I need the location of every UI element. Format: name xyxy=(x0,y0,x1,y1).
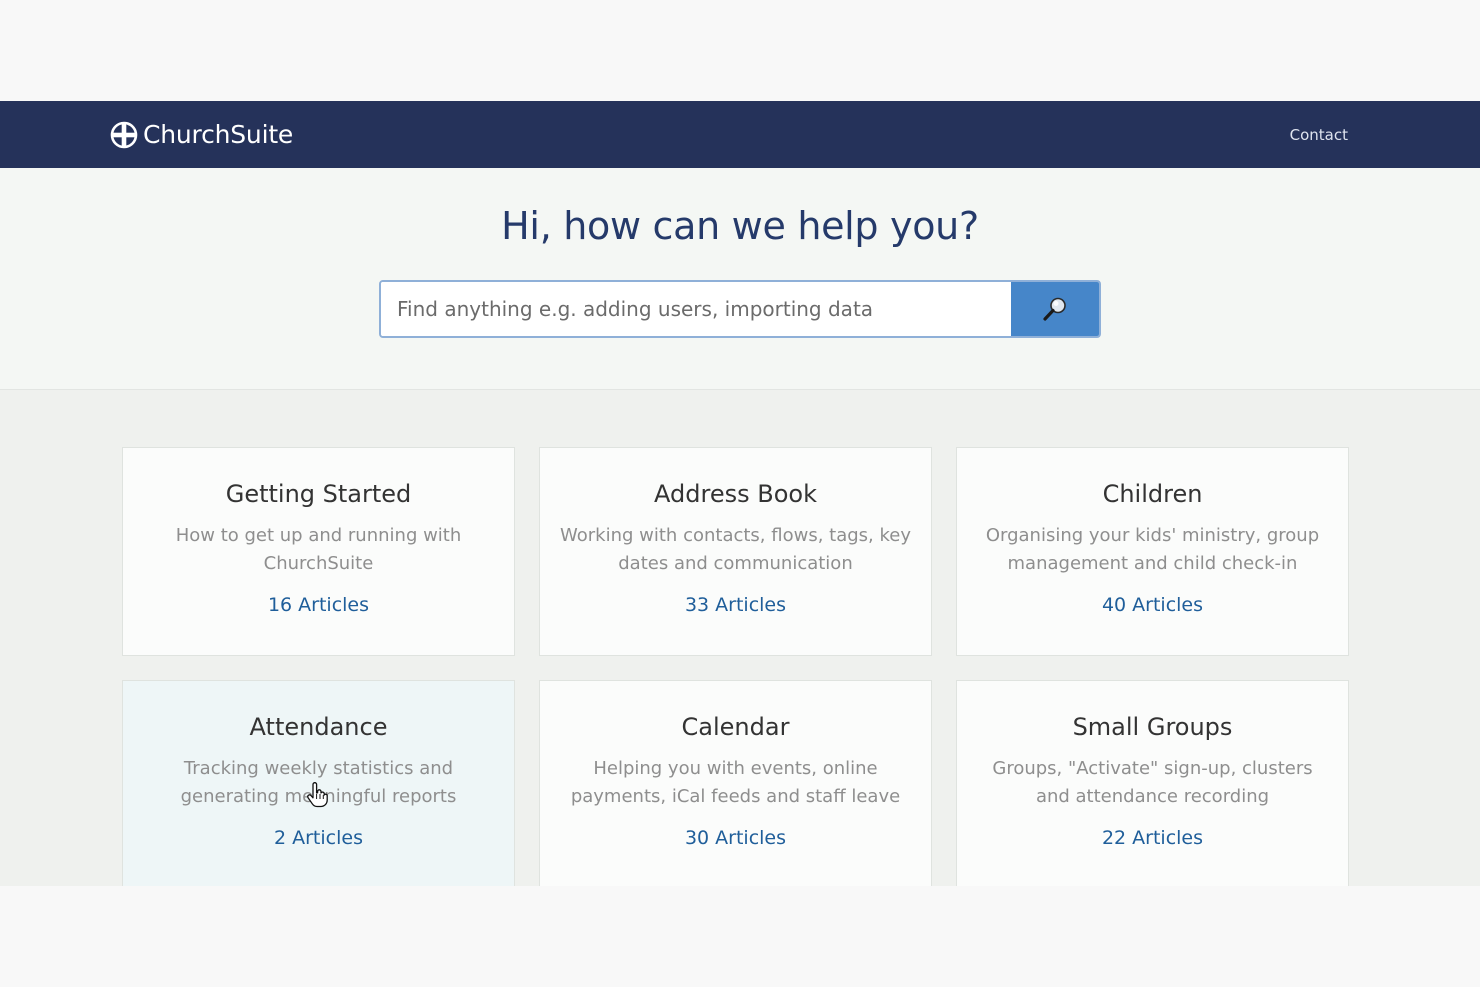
category-card-calendar[interactable]: Calendar Helping you with events, online… xyxy=(539,680,932,886)
churchsuite-logo-icon xyxy=(110,121,138,148)
category-articles-link[interactable]: 2 Articles xyxy=(274,827,363,849)
category-card-attendance[interactable]: Attendance Tracking weekly statistics an… xyxy=(122,680,515,886)
top-navbar: ChurchSuite Contact xyxy=(0,101,1480,168)
category-articles-link[interactable]: 33 Articles xyxy=(685,594,786,616)
category-title: Calendar xyxy=(681,713,790,741)
category-card-small-groups[interactable]: Small Groups Groups, "Activate" sign-up,… xyxy=(956,680,1349,886)
category-description: Organising your kids' ministry, group ma… xyxy=(985,525,1320,574)
category-description: Groups, "Activate" sign-up, clusters and… xyxy=(992,758,1313,807)
category-card-getting-started[interactable]: Getting Started How to get up and runnin… xyxy=(122,447,515,656)
category-description: How to get up and running with ChurchSui… xyxy=(175,525,462,574)
category-articles-link[interactable]: 40 Articles xyxy=(1102,594,1203,616)
category-articles-link[interactable]: 16 Articles xyxy=(268,594,369,616)
category-grid: Getting Started How to get up and runnin… xyxy=(0,390,1480,886)
category-articles-link[interactable]: 30 Articles xyxy=(685,827,786,849)
category-card-children[interactable]: Children Organising your kids' ministry,… xyxy=(956,447,1349,656)
contact-link[interactable]: Contact xyxy=(1290,126,1348,144)
search-input[interactable] xyxy=(381,282,1011,336)
search-bar xyxy=(379,280,1101,338)
category-description: Helping you with events, online payments… xyxy=(570,758,901,807)
search-button[interactable] xyxy=(1011,282,1099,336)
brand-logo-link[interactable]: ChurchSuite xyxy=(110,120,293,149)
brand-name: ChurchSuite xyxy=(143,120,294,149)
category-description: Tracking weekly statistics and generatin… xyxy=(180,758,457,807)
magnifier-icon xyxy=(1043,297,1066,321)
page-title: Hi, how can we help you? xyxy=(501,204,979,248)
category-title: Address Book xyxy=(654,480,817,508)
category-title: Getting Started xyxy=(225,480,412,508)
help-center-page: ChurchSuite Contact Hi, how can we help … xyxy=(0,101,1480,886)
category-articles-link[interactable]: 22 Articles xyxy=(1102,827,1203,849)
category-description: Working with contacts, flows, tags, key … xyxy=(560,525,911,574)
hero-section: Hi, how can we help you? xyxy=(0,168,1480,390)
category-title: Attendance xyxy=(249,713,388,741)
category-title: Children xyxy=(1102,480,1203,508)
category-card-address-book[interactable]: Address Book Working with contacts, flow… xyxy=(539,447,932,656)
category-title: Small Groups xyxy=(1072,713,1233,741)
